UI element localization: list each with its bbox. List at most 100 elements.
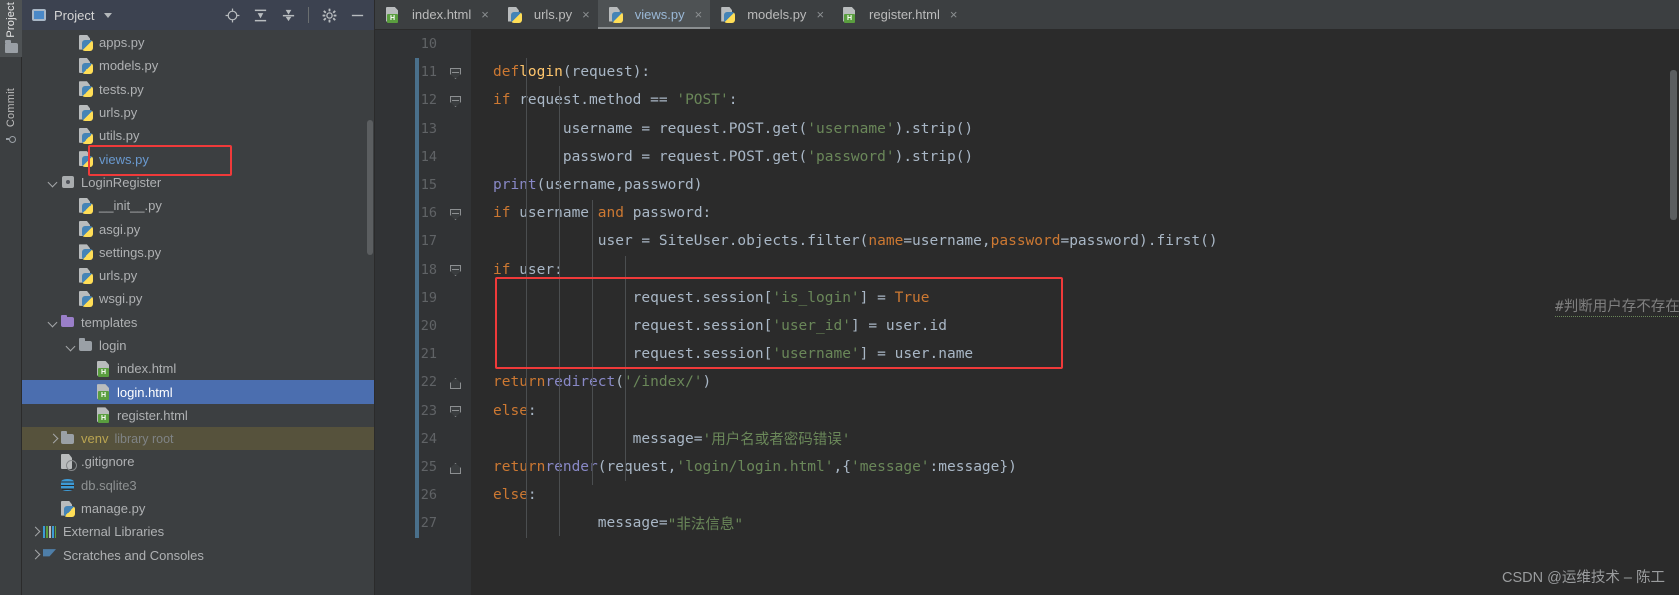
tree-item-index-html[interactable]: index.html (22, 357, 374, 380)
chevron-right-icon[interactable] (48, 433, 60, 445)
tree-item-scratches-and-consoles[interactable]: Scratches and Consoles (22, 544, 374, 567)
editor-vertical-scrollbar[interactable] (1670, 70, 1677, 220)
code-line-12[interactable]: if request.method == 'POST': (471, 86, 1679, 114)
code-line-17[interactable]: user = SiteUser.objects.filter(name =user… (471, 227, 1679, 255)
editor-tab-label: register.html (869, 7, 940, 22)
tree-item-tests-py[interactable]: tests.py (22, 78, 374, 101)
editor-code-area[interactable]: def login (request): if request.method ==… (471, 30, 1679, 595)
editor-tab-models-py[interactable]: models.py × (710, 0, 832, 29)
editor-line-number-gutter[interactable]: 10 11 12 13 14 15 16 17 18 19 20 21 22 23 24 25 26 27 (375, 30, 459, 595)
line-number-15: 15 (375, 171, 443, 199)
tree-item-views-py[interactable]: views.py (22, 147, 374, 170)
collapse-all-icon[interactable] (277, 4, 299, 26)
editor-tab-register-html[interactable]: register.html × (832, 0, 965, 29)
chevron-down-icon[interactable] (104, 12, 113, 18)
editor-tab-bar[interactable]: index.html×urls.py×views.py×models.py×re… (375, 0, 1679, 30)
tree-arrow-spacer (66, 270, 78, 282)
close-icon[interactable]: × (582, 8, 590, 21)
tree-item-utils-py[interactable]: utils.py (22, 124, 374, 147)
tree-item-label: urls.py (99, 105, 138, 121)
line-number-label: 14 (420, 148, 437, 165)
tree-item-manage-py[interactable]: manage.py (22, 497, 374, 520)
code-line-23[interactable]: else: (471, 396, 1679, 424)
tree-item-external-libraries[interactable]: External Libraries (22, 520, 374, 543)
python-file-icon (608, 7, 624, 23)
code-line-14[interactable]: password = request.POST.get('password').… (471, 143, 1679, 171)
chevron-down-icon[interactable] (48, 316, 60, 328)
expand-all-icon[interactable] (249, 4, 271, 26)
fold-marker-line-22[interactable] (450, 378, 461, 389)
chevron-right-icon[interactable] (30, 549, 42, 561)
code-line-15[interactable]: print (username,password) (471, 171, 1679, 199)
python-file-icon (507, 7, 523, 23)
chevron-down-icon[interactable] (66, 340, 78, 352)
close-icon[interactable]: × (950, 8, 958, 21)
locate-icon[interactable] (221, 4, 243, 26)
code-line-24[interactable]: message= '用户名或者密码错误' (471, 425, 1679, 453)
line-number-17: 17 (375, 227, 443, 255)
tree-item--gitignore[interactable]: .gitignore (22, 450, 374, 473)
close-icon[interactable]: × (481, 8, 489, 21)
tree-item-loginregister[interactable]: LoginRegister (22, 171, 374, 194)
indent-guide-2 (559, 86, 560, 536)
tree-item-login-html[interactable]: login.html (22, 380, 374, 404)
hide-panel-icon[interactable] (346, 4, 368, 26)
project-file-tree[interactable]: apps.py models.py tests.py urls.py utils.py v… (22, 30, 374, 595)
tree-item-models-py[interactable]: models.py (22, 54, 374, 77)
tree-item-label: models.py (99, 58, 159, 74)
settings-gear-icon[interactable] (318, 4, 340, 26)
fold-marker-line-18[interactable] (450, 265, 461, 276)
chevron-right-icon[interactable] (30, 526, 42, 538)
code-line-16[interactable]: if username and password: (471, 199, 1679, 227)
fold-marker-line-12[interactable] (450, 96, 461, 107)
line-number-14: 14 (375, 143, 443, 171)
editor-tab-index-html[interactable]: index.html × (375, 0, 497, 29)
code-line-25[interactable]: return render (request,'login/login.html'… (471, 453, 1679, 481)
code-line-22[interactable]: return redirect('/index/') (471, 368, 1679, 396)
fold-marker-line-16[interactable] (450, 209, 461, 220)
code-line-13[interactable]: username = request.POST.get('username').… (471, 115, 1679, 143)
editor-tab-urls-py[interactable]: urls.py × (497, 0, 598, 29)
tree-item-label: settings.py (99, 244, 162, 260)
toolstrip-item-project[interactable]: Project (0, 0, 22, 57)
tree-item--init-py[interactable]: __init__.py (22, 194, 374, 217)
tree-item-register-html[interactable]: register.html (22, 404, 374, 427)
code-line-21[interactable]: request.session['username'] = user.name (471, 340, 1679, 368)
code-line-11[interactable]: def login (request): (471, 58, 1679, 86)
project-tree-scrollbar[interactable] (367, 120, 373, 255)
tree-item-wsgi-py[interactable]: wsgi.py (22, 287, 374, 310)
tree-item-label: manage.py (81, 501, 146, 517)
chevron-down-icon[interactable] (48, 176, 60, 188)
tree-item-db-sqlite3[interactable]: db.sqlite3 (22, 474, 374, 497)
code-line-20[interactable]: request.session['user_id'] = user.id (471, 312, 1679, 340)
code-line-18[interactable]: if user: (471, 256, 1679, 284)
close-icon[interactable]: × (816, 8, 824, 21)
tree-item-urls-py[interactable]: urls.py (22, 264, 374, 287)
tree-arrow-spacer (66, 153, 78, 165)
code-line-26[interactable]: else: (471, 481, 1679, 509)
toolstrip-item-commit[interactable]: Commit (0, 86, 22, 146)
tree-item-settings-py[interactable]: settings.py (22, 241, 374, 264)
tree-item-venv[interactable]: venv library root (22, 427, 374, 451)
tree-arrow-spacer (66, 293, 78, 305)
close-icon[interactable]: × (695, 8, 703, 21)
fold-marker-line-11[interactable] (450, 68, 461, 79)
line-number-label: 15 (420, 177, 437, 194)
line-number-11: 11 (375, 58, 443, 86)
tree-item-templates[interactable]: templates (22, 311, 374, 334)
python-file-icon (78, 128, 94, 144)
editor-tab-views-py[interactable]: views.py × (597, 0, 711, 29)
line-number-16: 16 (375, 199, 443, 227)
code-line-19[interactable]: request.session['is_login'] = True (471, 284, 1679, 312)
python-file-icon (78, 58, 94, 74)
tree-item-apps-py[interactable]: apps.py (22, 31, 374, 54)
code-line-10[interactable] (471, 30, 1679, 58)
fold-marker-line-25[interactable] (450, 463, 461, 474)
tree-item-login[interactable]: login (22, 334, 374, 357)
tree-item-asgi-py[interactable]: asgi.py (22, 217, 374, 240)
editor-fold-column[interactable] (415, 30, 471, 595)
python-file-icon (78, 244, 94, 261)
code-line-27[interactable]: message= "非法信息" (471, 509, 1679, 537)
fold-marker-line-23[interactable] (450, 406, 461, 417)
tree-item-urls-py[interactable]: urls.py (22, 101, 374, 124)
